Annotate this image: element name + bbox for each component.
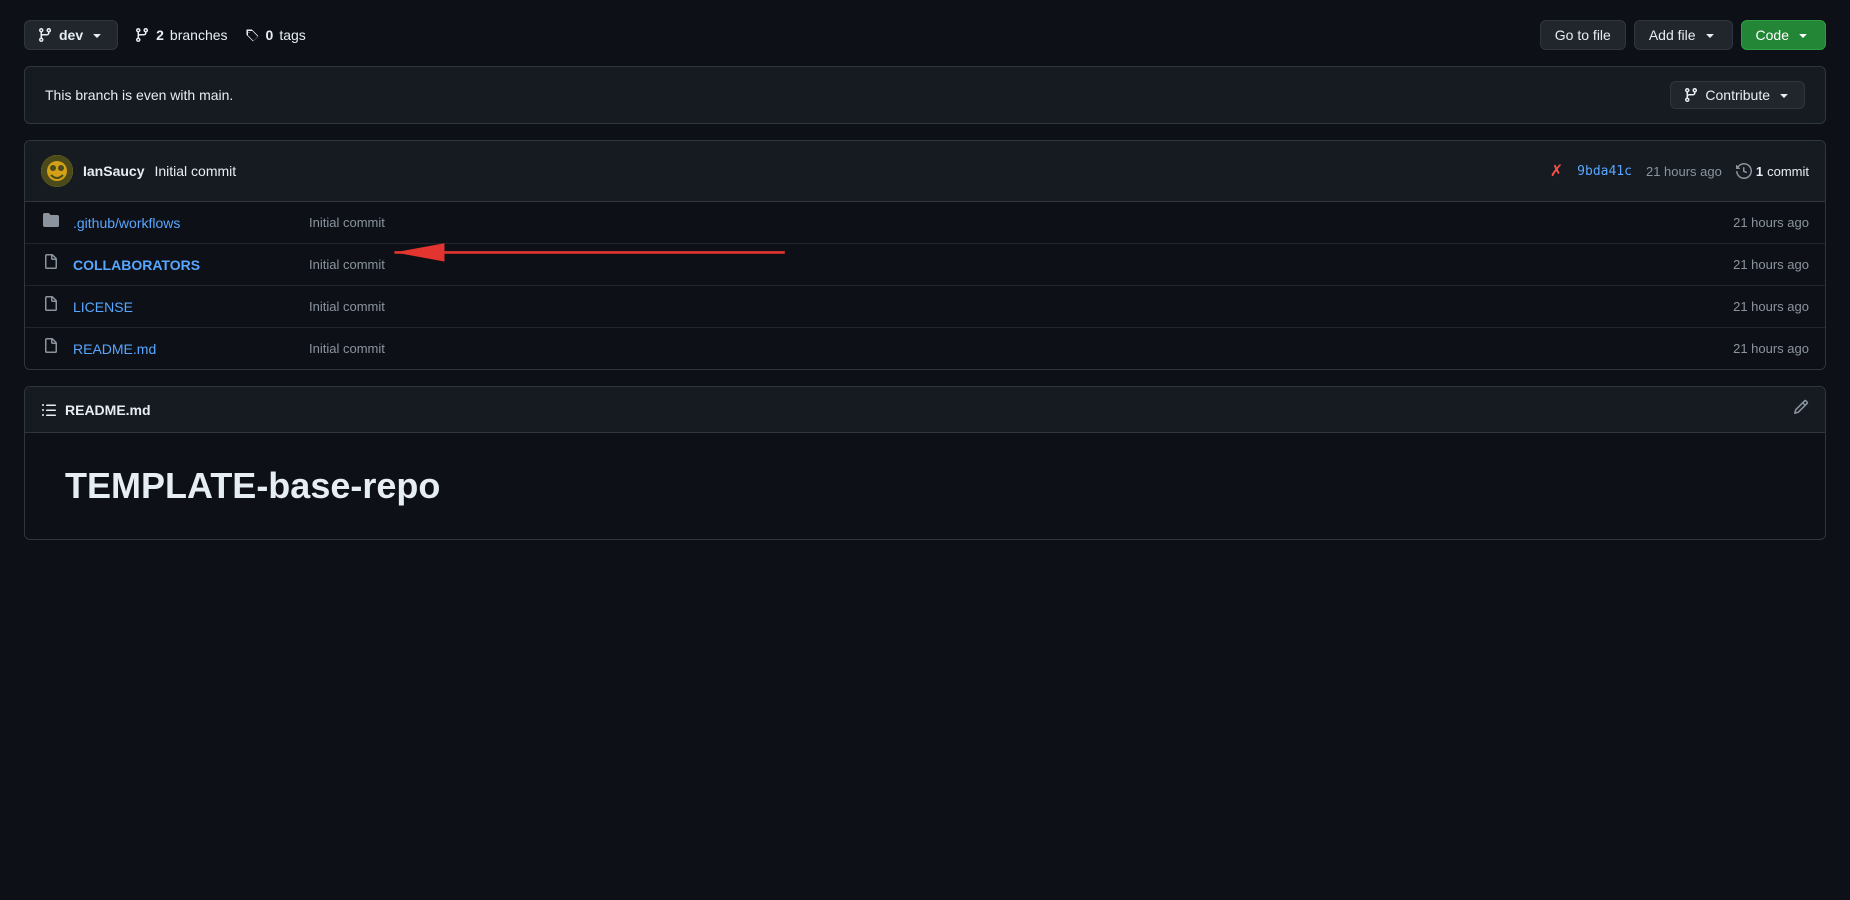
chevron-down-icon xyxy=(1702,27,1718,43)
folder-icon xyxy=(41,212,61,233)
commit-message: Initial commit xyxy=(154,163,236,179)
history-icon xyxy=(1736,163,1752,179)
branches-label: branches xyxy=(170,27,228,43)
file-name-readme[interactable]: README.md xyxy=(73,341,293,357)
tags-link[interactable]: 0 tags xyxy=(244,27,306,43)
commit-status-fail-icon: ✗ xyxy=(1550,161,1563,181)
branch-name: dev xyxy=(59,27,83,43)
file-row-readme[interactable]: README.md Initial commit 21 hours ago xyxy=(25,328,1825,369)
readme-body: TEMPLATE-base-repo xyxy=(25,433,1825,539)
chevron-down-icon xyxy=(1776,87,1792,103)
file-row-github-workflows[interactable]: .github/workflows Initial commit 21 hour… xyxy=(25,202,1825,244)
tag-icon xyxy=(244,27,260,43)
file-icon-license xyxy=(41,296,61,317)
branches-icon xyxy=(134,27,150,43)
chevron-down-icon xyxy=(89,27,105,43)
file-icon-collaborators xyxy=(41,254,61,275)
list-icon xyxy=(41,402,57,418)
toolbar-left: dev 2 branches 0 tags xyxy=(24,20,306,50)
tags-label: tags xyxy=(279,27,305,43)
commit-header-right: ✗ 9bda41c 21 hours ago 1 commit xyxy=(1550,161,1809,181)
tags-count: 0 xyxy=(266,27,274,43)
commit-author: IanSaucy xyxy=(83,163,144,179)
contribute-label: Contribute xyxy=(1705,87,1770,103)
commits-count: 1 xyxy=(1756,164,1763,179)
commit-header: IanSaucy Initial commit ✗ 9bda41c 21 hou… xyxy=(25,141,1825,202)
readme-title: README.md xyxy=(65,402,151,418)
file-commit-msg-readme: Initial commit xyxy=(293,341,1699,356)
file-time-readme: 21 hours ago xyxy=(1699,341,1809,356)
file-row-license[interactable]: LICENSE Initial commit 21 hours ago xyxy=(25,286,1825,328)
file-commit-msg-github-workflows: Initial commit xyxy=(293,215,1699,230)
go-to-file-button[interactable]: Go to file xyxy=(1540,20,1626,50)
file-name-github-workflows[interactable]: .github/workflows xyxy=(73,215,293,231)
file-name-collaborators[interactable]: COLLABORATORS xyxy=(73,257,293,273)
code-button[interactable]: Code xyxy=(1741,20,1826,50)
branches-count: 2 xyxy=(156,27,164,43)
file-table-wrapper: IanSaucy Initial commit ✗ 9bda41c 21 hou… xyxy=(24,140,1826,370)
contribute-icon xyxy=(1683,87,1699,103)
file-name-license[interactable]: LICENSE xyxy=(73,299,293,315)
branch-selector[interactable]: dev xyxy=(24,20,118,50)
add-file-button[interactable]: Add file xyxy=(1634,20,1733,50)
file-commit-msg-license: Initial commit xyxy=(293,299,1699,314)
chevron-down-icon xyxy=(1795,27,1811,43)
file-icon-readme xyxy=(41,338,61,359)
toolbar-right: Go to file Add file Code xyxy=(1540,20,1826,50)
avatar-icon xyxy=(41,155,73,187)
readme-container: README.md TEMPLATE-base-repo xyxy=(24,386,1826,540)
file-time-license: 21 hours ago xyxy=(1699,299,1809,314)
commit-header-left: IanSaucy Initial commit xyxy=(41,155,236,187)
branches-link[interactable]: 2 branches xyxy=(134,27,227,43)
commits-history-link[interactable]: 1 commit xyxy=(1736,163,1809,179)
readme-content-title: TEMPLATE-base-repo xyxy=(65,465,1785,507)
file-time-collaborators: 21 hours ago xyxy=(1699,257,1809,272)
file-time-github-workflows: 21 hours ago xyxy=(1699,215,1809,230)
page-wrapper: dev 2 branches 0 tags xyxy=(0,0,1850,560)
toolbar: dev 2 branches 0 tags xyxy=(24,20,1826,50)
contribute-button[interactable]: Contribute xyxy=(1670,81,1805,109)
avatar xyxy=(41,155,73,187)
commit-hash-link[interactable]: 9bda41c xyxy=(1577,164,1632,179)
file-table: IanSaucy Initial commit ✗ 9bda41c 21 hou… xyxy=(24,140,1826,370)
readme-header: README.md xyxy=(25,387,1825,433)
file-commit-msg-collaborators: Initial commit xyxy=(293,257,1699,272)
commit-time: 21 hours ago xyxy=(1646,164,1722,179)
branch-icon xyxy=(37,27,53,43)
file-row-collaborators[interactable]: COLLABORATORS Initial commit 21 hours ag… xyxy=(25,244,1825,286)
commits-label: commit xyxy=(1767,164,1809,179)
readme-header-left: README.md xyxy=(41,402,151,418)
branch-status-bar: This branch is even with main. Contribut… xyxy=(24,66,1826,124)
branch-status-text: This branch is even with main. xyxy=(45,87,233,103)
readme-edit-icon[interactable] xyxy=(1793,399,1809,420)
